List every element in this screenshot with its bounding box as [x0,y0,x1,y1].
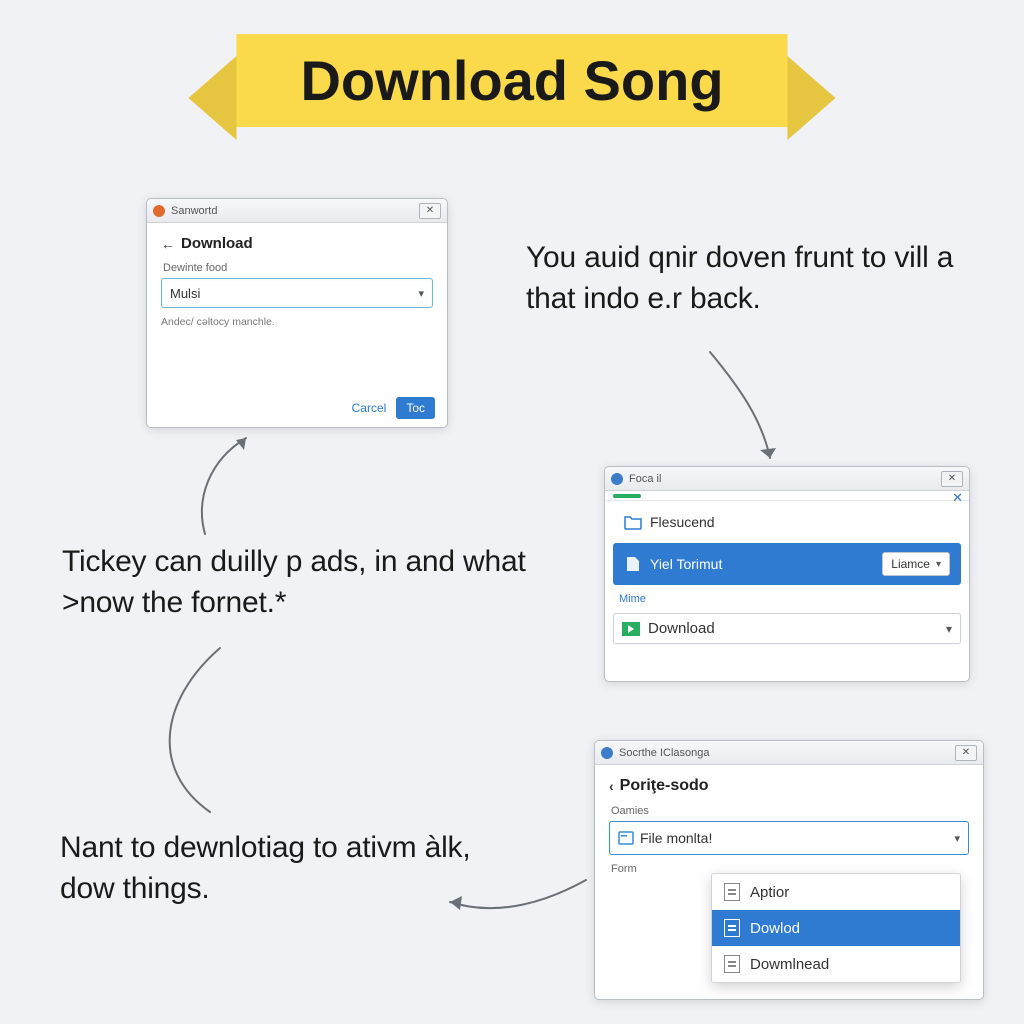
dialog-download-settings: Sanwortd ✕ ← Download Dewinte food Mulsi… [146,198,448,428]
mime-link[interactable]: Mime [605,589,969,605]
chevron-down-icon: ▾ [946,622,952,636]
dialog-save-options: Socrthe IClasonga ✕ ‹ Poriţe-sodo Oamies… [594,740,984,1000]
file-select[interactable]: File monlta! ▾ [609,821,969,855]
dismiss-icon[interactable]: ✕ [952,490,963,506]
option-label: Aptior [750,884,789,901]
dropdown-option-selected[interactable]: Dowlod [712,910,960,946]
document-icon [724,883,740,901]
breadcrumb[interactable]: ‹ Poriţe-sodo [609,777,969,795]
progress-bar: ✕ [605,491,969,501]
select-value: Mulsi [170,286,200,301]
close-button[interactable]: ✕ [941,471,963,487]
window-title: Sanwortd [171,205,419,217]
format-dropdown-menu: Aptior Dowlod Dowmlnead [711,873,961,983]
file-icon [624,556,642,572]
document-icon [724,955,740,973]
banner-title: Download Song [300,48,723,113]
play-icon [622,622,640,636]
title-banner: Download Song [236,34,787,127]
hint-text: Andec/ cəltocy manchle. [161,316,433,328]
caption-step-2: Tickey can duilly p ads, in and what >no… [62,542,542,623]
chevron-down-icon: ▾ [418,287,424,300]
document-icon [724,919,740,937]
titlebar: Foca il ✕ [605,467,969,491]
format-select[interactable]: Mulsi ▾ [161,278,433,308]
crumb-label: Poriţe-sodo [620,777,709,795]
app-icon [153,205,165,217]
dropdown-option[interactable]: Dowmlnead [712,946,960,982]
option-label: Dowmlnead [750,956,829,973]
chip-label: Liamce [891,557,930,571]
list-item-selected[interactable]: Yiel Torimut Liamce ▾ [613,543,961,585]
titlebar: Sanwortd ✕ [147,199,447,223]
back-label: Download [181,235,253,252]
folder-icon [624,514,642,530]
app-icon [601,747,613,759]
close-button[interactable]: ✕ [419,203,441,219]
download-label: Download [648,620,946,637]
dropdown-option[interactable]: Aptior [712,874,960,910]
dialog-download-manager: Foca il ✕ ✕ Flesucend Yiel Torimut Liamc… [604,466,970,682]
confirm-button[interactable]: Toc [396,397,435,419]
download-dropdown[interactable]: Download ▾ [613,613,961,644]
titlebar: Socrthe IClasonga ✕ [595,741,983,765]
chevron-down-icon: ▾ [936,559,941,570]
list-item-label: Yiel Torimut [650,556,874,572]
window-title: Socrthe IClasonga [619,747,955,759]
back-row[interactable]: ← Download [161,235,433,252]
window-title: Foca il [629,473,941,485]
field-label: Dewinte food [163,262,431,274]
cancel-button[interactable]: Carcel [352,401,387,415]
caption-step-3: Nant to dewnlotiag to ativm àlk, dow thi… [60,828,480,909]
field-label-name: Oamies [611,805,967,817]
close-button[interactable]: ✕ [955,745,977,761]
caption-step-1: You auid qnir doven frunt to vill a that… [526,238,966,319]
quality-select[interactable]: Liamce ▾ [882,552,950,576]
list-item-folder[interactable]: Flesucend [613,505,961,539]
back-arrow-icon: ← [161,236,175,252]
document-icon [618,831,634,845]
chevron-left-icon: ‹ [609,778,614,794]
chevron-down-icon: ▾ [954,832,960,845]
select-value: File monlta! [640,830,954,846]
app-icon [611,473,623,485]
list-item-label: Flesucend [650,514,950,530]
option-label: Dowlod [750,920,800,937]
